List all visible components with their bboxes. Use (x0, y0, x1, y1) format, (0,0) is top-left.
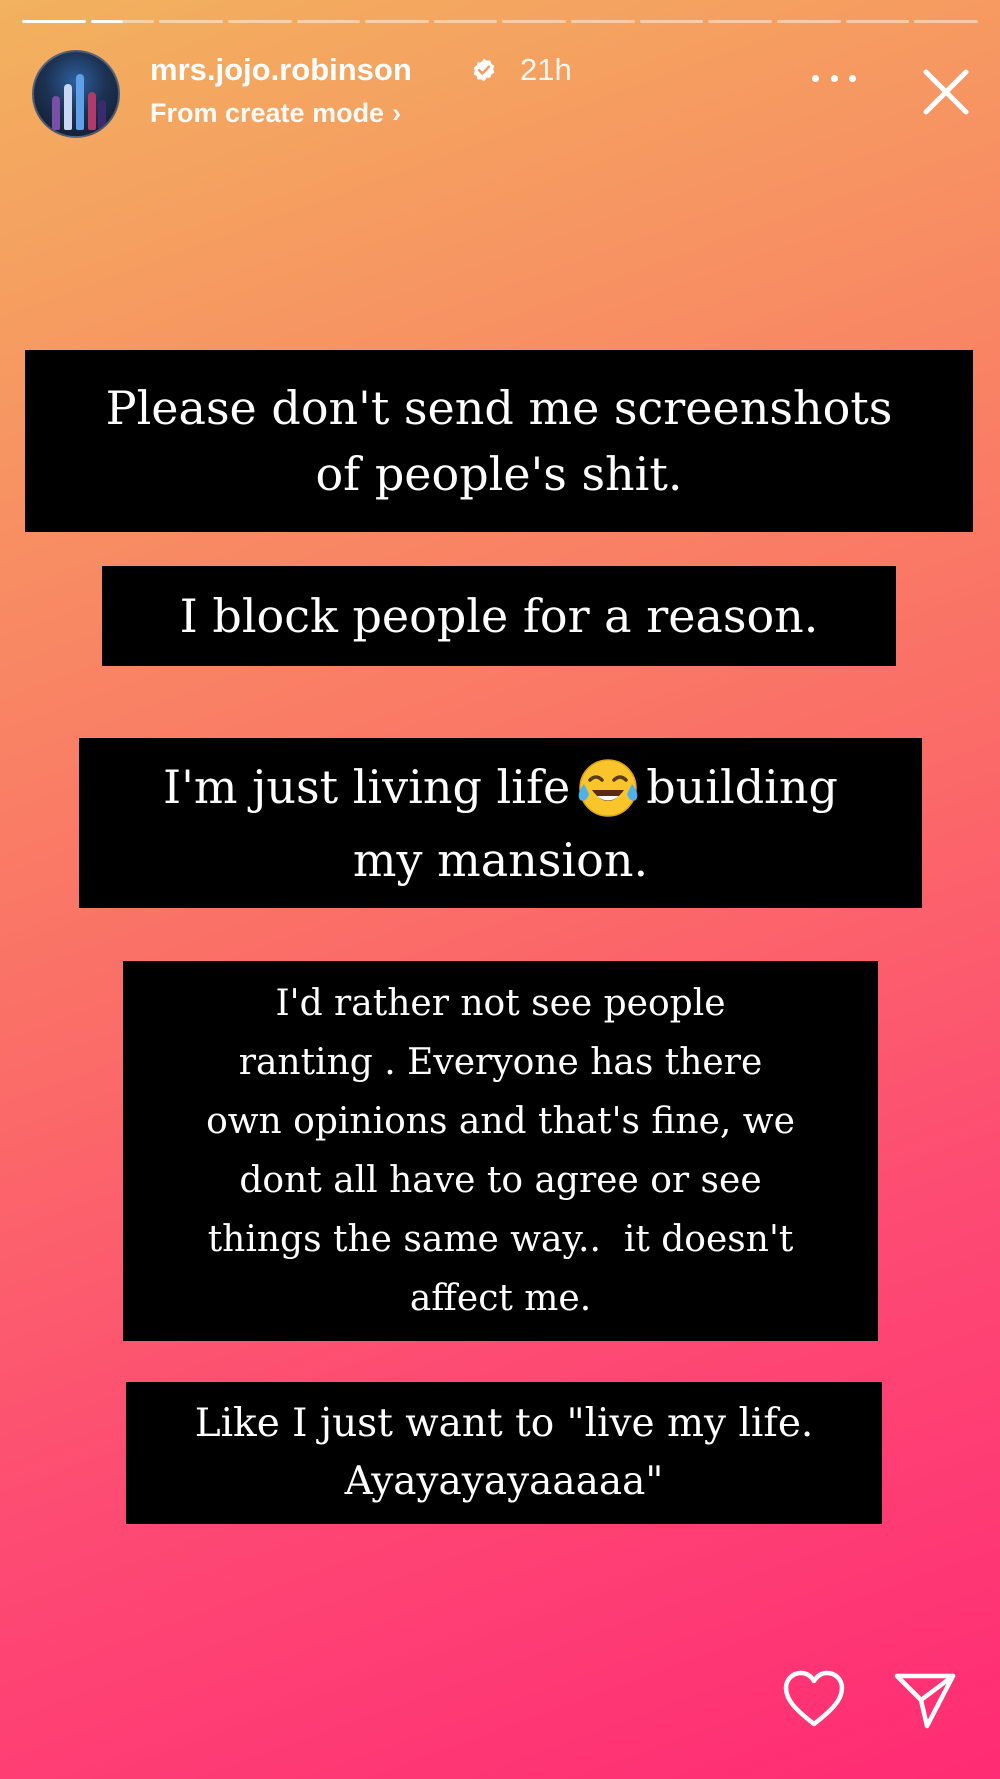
story-text-line: Please don't send me screenshots (105, 381, 893, 435)
more-dot (812, 74, 819, 82)
paper-plane-icon[interactable] (893, 1670, 957, 1730)
story-text-box: I block people for a reason. (102, 566, 896, 666)
avatar-figure (98, 100, 106, 130)
story-text-line: I'm just living life😂 building (163, 753, 838, 826)
create-mode-label: From create mode (150, 98, 385, 128)
story-progress-bar (22, 20, 978, 26)
story-text-line: I'd rather not see people (275, 983, 726, 1024)
story-text-line: of people's shit. (315, 447, 683, 501)
avatar-figure (88, 92, 96, 130)
story-text-box: Please don't send me screenshots of peop… (25, 350, 973, 532)
more-dot (830, 74, 838, 82)
story-text-line: I block people for a reason. (179, 589, 819, 643)
story-text-fragment: building (646, 759, 838, 814)
story-header: mrs.jojo.robinson 21h From create mode › (30, 48, 976, 138)
progress-segment (159, 20, 223, 23)
progress-segment (296, 20, 361, 23)
story-text-line: things the same way.. it doesn't (207, 1219, 794, 1260)
more-options-icon[interactable] (812, 66, 856, 90)
story-text-line: affect me. (409, 1278, 592, 1319)
progress-segment (227, 20, 292, 23)
progress-segment (708, 20, 773, 23)
avatar-figure (64, 84, 72, 130)
face-with-tears-of-joy-emoji (578, 758, 638, 817)
more-dot (849, 74, 856, 82)
story-text-line: own opinions and that's fine, we (206, 1101, 795, 1142)
story-text-line: my mansion. (352, 832, 649, 887)
progress-segment (845, 20, 910, 23)
progress-segment (365, 20, 429, 23)
progress-segment (571, 20, 635, 23)
progress-segment (433, 20, 498, 23)
story-text-line: Like I just want to "live my life. (194, 1401, 814, 1446)
progress-segment (502, 20, 567, 23)
progress-segment (914, 20, 978, 23)
avatar[interactable] (32, 50, 120, 138)
post-time: 21h (520, 52, 572, 87)
progress-segment (777, 20, 841, 23)
close-icon[interactable] (916, 62, 976, 122)
story-text-line: Ayayayayaaaaa" (344, 1459, 664, 1504)
story-text-box: I'd rather not see people ranting . Ever… (123, 961, 878, 1341)
story-text-box: Like I just want to "live my life. Ayaya… (126, 1382, 882, 1524)
chevron-right-icon: › (392, 98, 402, 128)
verified-badge-icon (473, 58, 495, 82)
progress-segment (90, 20, 155, 23)
heart-icon[interactable] (782, 1670, 846, 1728)
create-mode-link[interactable]: From create mode › (150, 94, 401, 132)
avatar-figure (76, 74, 84, 130)
avatar-figure (52, 96, 60, 130)
username[interactable]: mrs.jojo.robinson (150, 48, 412, 92)
story-text-line: dont all have to agree or see (239, 1160, 762, 1201)
story-text-line: ranting . Everyone has there (238, 1042, 763, 1083)
progress-segment (639, 20, 704, 23)
progress-segment (22, 20, 86, 23)
story-text-box: I'm just living life😂 building my mansio… (79, 738, 922, 908)
story-text-fragment: I'm just living life (163, 759, 571, 814)
